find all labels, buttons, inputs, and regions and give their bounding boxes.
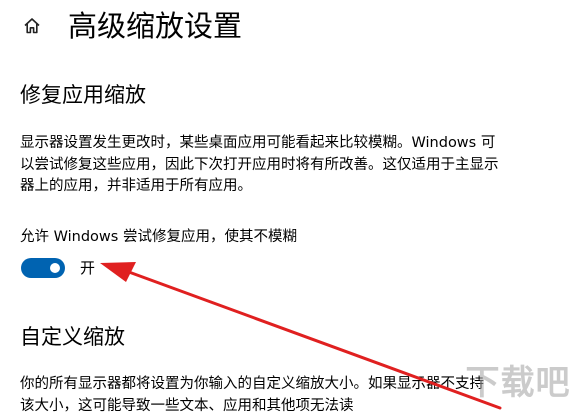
fix-apps-setting-label: 允许 Windows 尝试修复应用，使其不模糊 (20, 229, 297, 245)
fix-scaling-description: 显示器设置发生更改时，某些桌面应用可能看起来比较模糊。Windows 可以尝试修… (20, 135, 499, 194)
toggle-knob (50, 263, 60, 273)
watermark-text: 下载吧 (465, 362, 571, 403)
watermark-logo: 下载吧 (458, 352, 578, 406)
home-icon (22, 16, 42, 40)
fix-apps-toggle[interactable] (21, 258, 65, 278)
toggle-state-label: 开 (80, 259, 96, 277)
home-button[interactable] (18, 14, 46, 42)
page-title: 高级缩放设置 (68, 9, 243, 43)
custom-scaling-heading: 自定义缩放 (20, 325, 125, 349)
fix-scaling-heading: 修复应用缩放 (20, 83, 146, 107)
